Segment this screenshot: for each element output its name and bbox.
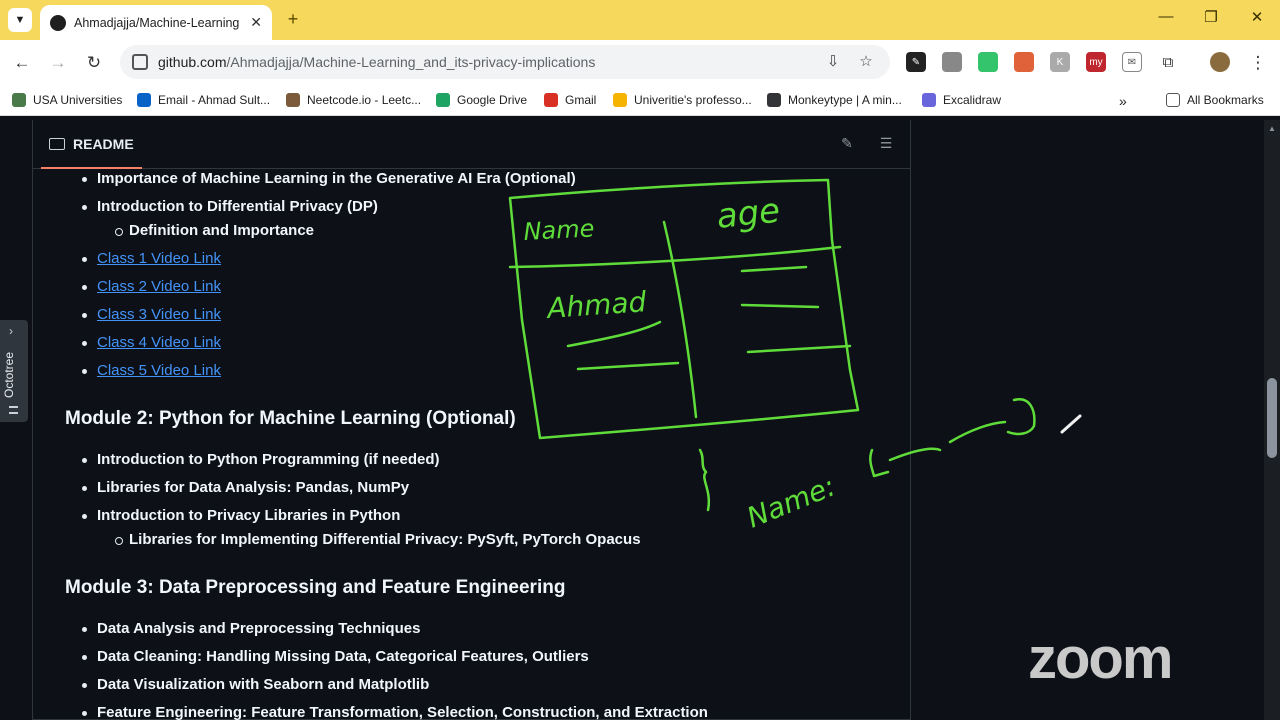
outline-list-icon[interactable]: ☰ <box>877 135 895 153</box>
chevron-right-icon: › <box>9 324 13 338</box>
page-scrollbar[interactable]: ▲ <box>1264 120 1280 720</box>
class-video-link[interactable]: Class 4 Video Link <box>97 334 221 351</box>
profile-avatar[interactable] <box>1210 52 1230 72</box>
bookmark-favicon-icon <box>922 93 936 107</box>
list-item: Data Cleaning: Handling Missing Data, Ca… <box>82 648 589 665</box>
bookmark-item[interactable]: Monkeytype | A min... <box>767 93 902 107</box>
list-item: Data Visualization with Seaborn and Matp… <box>81 676 430 693</box>
book-icon <box>49 137 65 150</box>
bookmark-item[interactable]: Gmail <box>544 93 596 107</box>
extension-icon[interactable] <box>1014 52 1034 72</box>
section-heading: Module 3: Data Preprocessing and Feature… <box>65 577 566 598</box>
list-item: Class 1 Video Link <box>82 250 221 267</box>
tab-title: Ahmadjajja/Machine-Learning <box>74 15 240 30</box>
site-info-icon[interactable] <box>132 54 148 70</box>
list-item: Introduction to Python Programming (if n… <box>82 451 440 468</box>
drag-handle-icon[interactable] <box>9 406 18 414</box>
extension-icon[interactable] <box>942 52 962 72</box>
all-bookmarks-folder[interactable]: All Bookmarks <box>1166 93 1264 107</box>
list-item: Class 2 Video Link <box>82 278 221 295</box>
list-item: Class 3 Video Link <box>82 306 221 323</box>
list-item: Libraries for Data Analysis: Pandas, Num… <box>81 479 410 496</box>
pen-cursor-icon <box>1060 414 1082 434</box>
list-item: Class 5 Video Link <box>82 362 221 379</box>
list-item: Feature Engineering: Feature Transformat… <box>82 704 708 720</box>
list-item: Class 4 Video Link <box>82 334 221 351</box>
bookmark-item[interactable]: Google Drive <box>436 93 527 107</box>
bookmark-favicon-icon <box>767 93 781 107</box>
edit-pencil-icon[interactable]: ✎ <box>838 135 856 153</box>
reload-icon[interactable]: ↻ <box>82 51 106 75</box>
browser-tab[interactable]: Ahmadjajja/Machine-Learning ✕ <box>40 5 272 40</box>
bookmark-favicon-icon <box>613 93 627 107</box>
readme-tab-label: README <box>73 135 134 152</box>
extensions-puzzle-icon[interactable]: ⧉ <box>1158 52 1178 72</box>
install-app-icon[interactable]: ⇩ <box>823 52 843 70</box>
bookmark-favicon-icon <box>286 93 300 107</box>
back-icon[interactable]: ← <box>10 51 34 75</box>
octotree-label: Octotree <box>2 351 17 399</box>
zoom-logo: zoom <box>1028 626 1173 691</box>
extension-icon[interactable] <box>978 52 998 72</box>
bookmark-item[interactable]: Univeritie's professo... <box>613 93 752 107</box>
class-video-link[interactable]: Class 2 Video Link <box>97 278 221 295</box>
bookmark-favicon-icon <box>436 93 450 107</box>
readme-tab[interactable]: README <box>41 120 142 169</box>
address-bar[interactable]: github.com/Ahmadjajja/Machine-Learning_a… <box>120 45 890 79</box>
class-video-link[interactable]: Class 3 Video Link <box>97 306 221 323</box>
bookmark-favicon-icon <box>137 93 151 107</box>
url-text[interactable]: github.com/Ahmadjajja/Machine-Learning_a… <box>158 54 595 70</box>
bookmark-favicon-icon <box>12 93 26 107</box>
bracket-close-sketch <box>1006 398 1036 436</box>
page-content: › Octotree README ✎ ☰ Importance of Mach… <box>0 120 1280 720</box>
section-heading: Module 2: Python for Machine Learning (O… <box>65 408 516 429</box>
minimize-icon[interactable]: — <box>1154 8 1178 25</box>
bookmark-star-icon[interactable]: ☆ <box>856 52 876 70</box>
github-icon <box>50 14 66 31</box>
readme-header: README ✎ ☰ <box>33 120 910 169</box>
octotree-sidebar-toggle[interactable]: › Octotree <box>0 320 28 422</box>
tab-search-button[interactable]: ▼ <box>8 8 32 32</box>
list-item: Importance of Machine Learning in the Ge… <box>82 170 576 187</box>
bookmark-item[interactable]: Excalidraw <box>922 93 1001 107</box>
class-video-link[interactable]: Class 5 Video Link <box>97 362 221 379</box>
scroll-up-icon[interactable]: ▲ <box>1268 124 1276 133</box>
bookmark-item[interactable]: USA Universities <box>12 93 122 107</box>
list-item: Introduction to Privacy Libraries in Pyt… <box>81 507 401 524</box>
extension-icon[interactable]: K <box>1050 52 1070 72</box>
tab-strip: ▼ Ahmadjajja/Machine-Learning ✕ + — ❐ ✕ <box>0 0 1280 40</box>
forward-icon[interactable]: → <box>46 51 70 75</box>
list-item: Introduction to Differential Privacy (DP… <box>82 198 378 215</box>
mail-extension-icon[interactable]: ✉ <box>1122 52 1142 72</box>
extension-icon[interactable]: my <box>1086 52 1106 72</box>
list-item: Definition and Importance <box>114 222 315 239</box>
close-window-icon[interactable]: ✕ <box>1245 8 1269 26</box>
new-tab-button[interactable]: + <box>282 8 304 30</box>
bookmarks-bar: USA Universities Email - Ahmad Sult... N… <box>0 86 1280 116</box>
menu-kebab-icon[interactable]: ⋮ <box>1246 51 1270 75</box>
list-item: Data Analysis and Preprocessing Techniqu… <box>81 620 421 637</box>
folder-icon <box>1166 93 1180 107</box>
bookmark-favicon-icon <box>544 93 558 107</box>
bookmark-item[interactable]: Neetcode.io - Leetc... <box>286 93 421 107</box>
close-tab-icon[interactable]: ✕ <box>250 14 262 31</box>
class-video-link[interactable]: Class 1 Video Link <box>97 250 221 267</box>
restore-icon[interactable]: ❐ <box>1199 8 1223 26</box>
list-item: Libraries for Implementing Differential … <box>115 531 641 548</box>
bookmark-item[interactable]: Email - Ahmad Sult... <box>137 93 270 107</box>
browser-toolbar: ← → ↻ github.com/Ahmadjajja/Machine-Lear… <box>0 40 1280 86</box>
scroll-thumb[interactable] <box>1267 378 1277 458</box>
more-bookmarks-button[interactable]: » <box>1119 93 1127 109</box>
eyedropper-extension-icon[interactable]: ✎ <box>906 52 926 72</box>
